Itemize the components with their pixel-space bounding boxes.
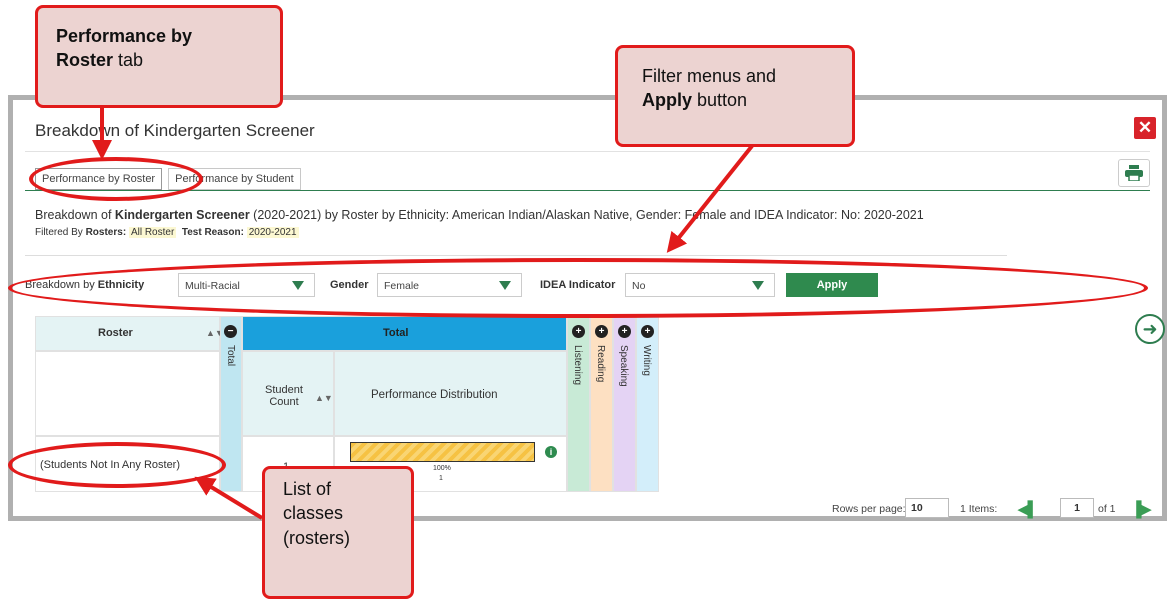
callout-roster-tab: Performance by Roster tab — [35, 5, 283, 108]
callout-filters: Filter menus and Apply button — [615, 45, 855, 147]
callout-classes: List of classes (rosters) — [262, 466, 414, 599]
